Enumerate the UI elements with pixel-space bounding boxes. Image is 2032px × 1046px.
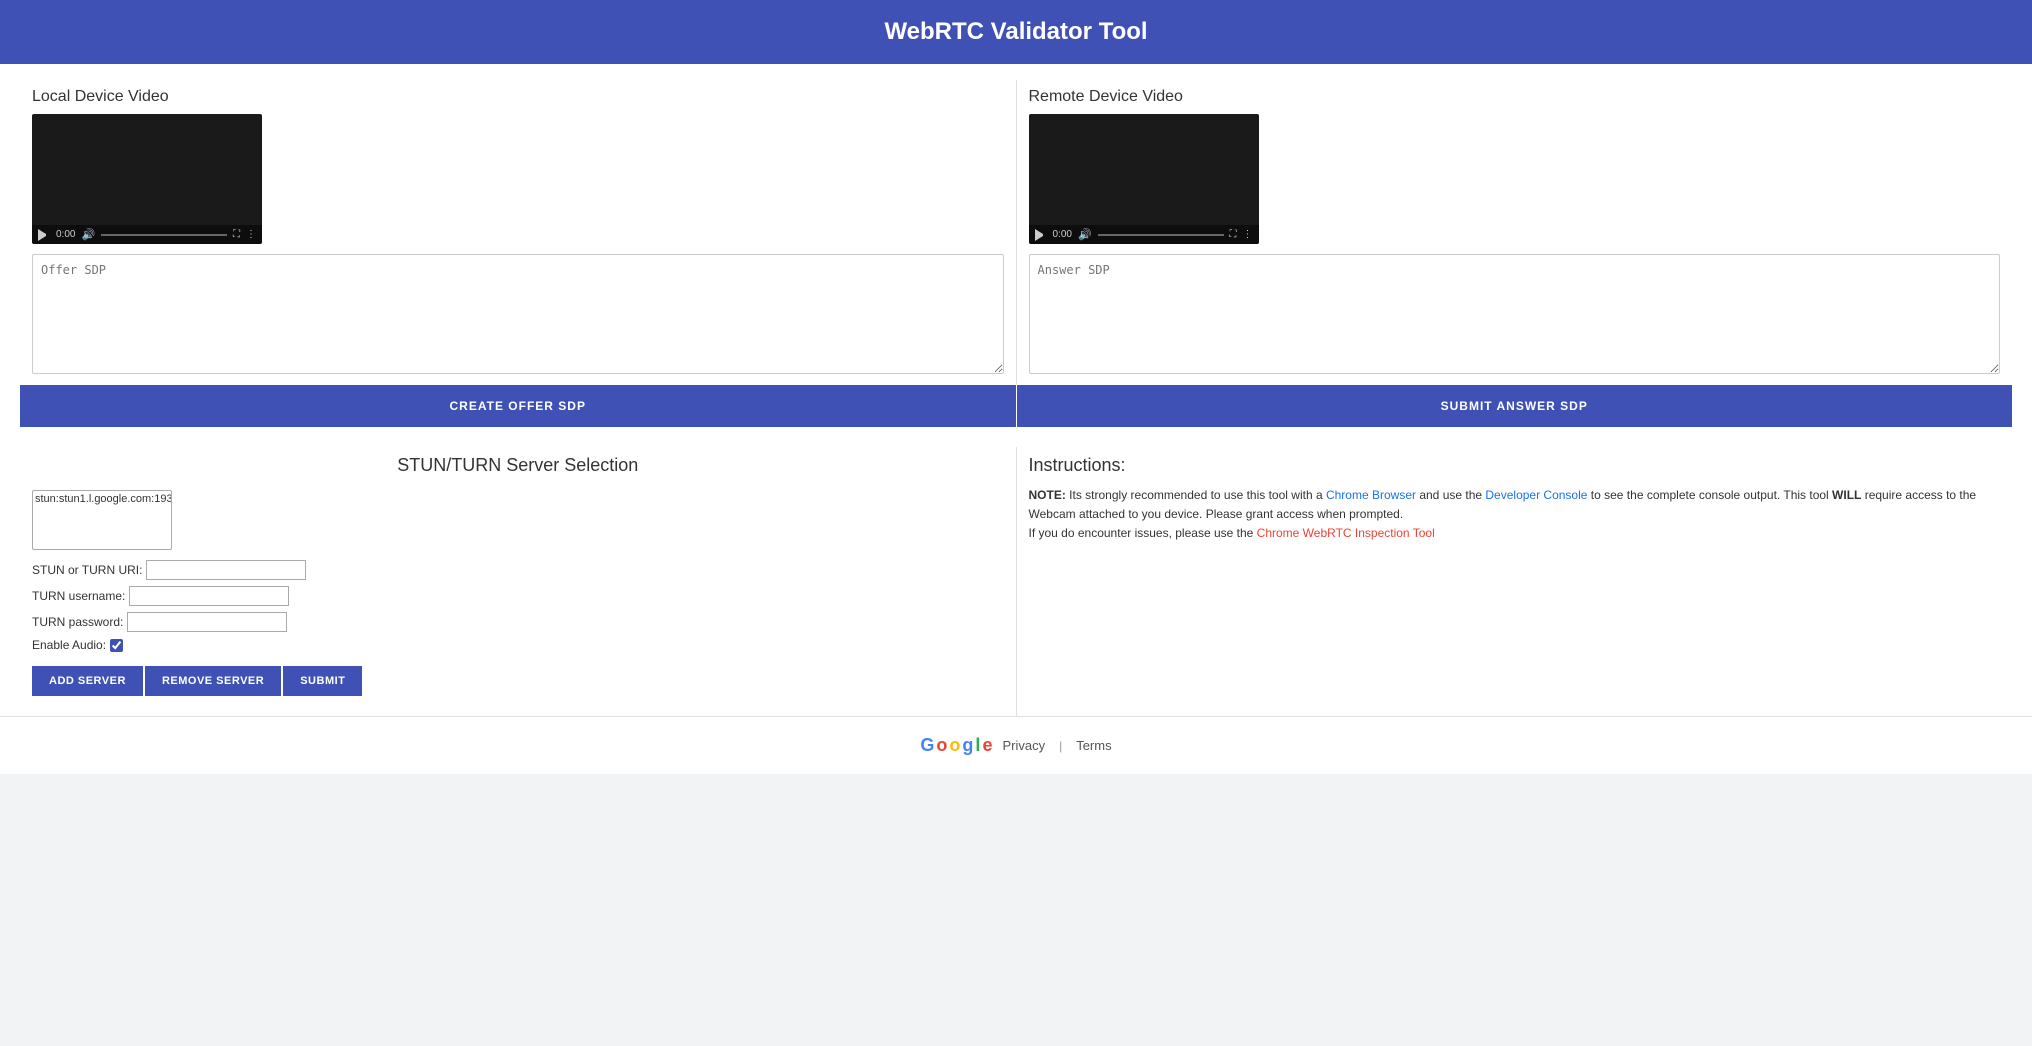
local-play-icon[interactable] [38, 229, 50, 241]
local-video-box: 0:00 🔊 ⛶ ⋮ [32, 114, 262, 244]
page-header: WebRTC Validator Tool [0, 0, 2032, 64]
footer-separator: | [1059, 739, 1062, 753]
answer-sdp-textarea[interactable] [1029, 254, 2001, 374]
turn-username-label: TURN username: [32, 589, 125, 603]
header-title: WebRTC Validator Tool [884, 18, 1147, 45]
remote-video-label: Remote Device Video [1029, 88, 2001, 106]
google-logo: Google [920, 735, 992, 756]
local-progress-bar [101, 234, 227, 236]
submit-button[interactable]: SUBMIT [283, 666, 362, 696]
turn-password-label: TURN password: [32, 615, 123, 629]
server-list[interactable]: stun:stun1.l.google.com:19302 [32, 490, 172, 550]
local-video-controls: 0:00 🔊 ⛶ ⋮ [32, 225, 262, 244]
inspection-link[interactable]: Chrome WebRTC Inspection Tool [1257, 526, 1435, 540]
remote-video-controls: 0:00 🔊 ⛶ ⋮ [1029, 225, 1259, 244]
turn-username-row: TURN username: [32, 586, 1004, 606]
local-time: 0:00 [56, 229, 75, 240]
instructions-title: Instructions: [1029, 455, 2001, 476]
action-buttons: CREATE OFFER SDP SUBMIT ANSWER SDP [20, 385, 2012, 427]
will-bold: WILL [1832, 488, 1861, 502]
privacy-link[interactable]: Privacy [1002, 738, 1045, 753]
local-volume-icon: 🔊 [81, 228, 95, 241]
turn-username-input[interactable] [129, 586, 289, 606]
remote-progress-bar [1098, 234, 1224, 236]
chrome-browser-link[interactable]: Chrome Browser [1326, 488, 1416, 502]
remove-server-button[interactable]: REMOVE SERVER [145, 666, 281, 696]
remote-video-panel: Remote Device Video 0:00 🔊 ⛶ ⋮ [1017, 80, 2013, 385]
g-letter-red2: e [982, 735, 992, 756]
bottom-panels: STUN/TURN Server Selection stun:stun1.l.… [20, 427, 2012, 716]
local-video-label: Local Device Video [32, 88, 1004, 106]
remote-play-icon[interactable] [1035, 229, 1047, 241]
note-text3: to see the complete console output. This… [1587, 488, 1832, 502]
main-content: Local Device Video 0:00 🔊 ⛶ ⋮ Remote Dev… [0, 64, 2032, 716]
stun-uri-row: STUN or TURN URI: [32, 560, 1004, 580]
instructions-panel: Instructions: NOTE: Its strongly recomme… [1017, 447, 2013, 716]
stun-turn-panel: STUN/TURN Server Selection stun:stun1.l.… [20, 447, 1017, 716]
enable-audio-row: Enable Audio: [32, 638, 1004, 652]
stun-uri-input[interactable] [146, 560, 306, 580]
issues-text: If you do encounter issues, please use t… [1029, 526, 1257, 540]
server-list-item: stun:stun1.l.google.com:19302 [35, 493, 169, 506]
turn-password-row: TURN password: [32, 612, 1004, 632]
local-more-icon: ⋮ [246, 229, 256, 240]
remote-volume-icon: 🔊 [1078, 228, 1092, 241]
enable-audio-label: Enable Audio: [32, 638, 106, 652]
stun-turn-title: STUN/TURN Server Selection [32, 455, 1004, 476]
stun-uri-label: STUN or TURN URI: [32, 563, 142, 577]
dev-console-link[interactable]: Developer Console [1485, 488, 1587, 502]
remote-video-box: 0:00 🔊 ⛶ ⋮ [1029, 114, 1259, 244]
local-fullscreen-icon: ⛶ [233, 229, 240, 240]
g-letter-red: o [936, 735, 947, 756]
g-letter-yellow: o [949, 735, 960, 756]
turn-password-input[interactable] [127, 612, 287, 632]
remote-time: 0:00 [1053, 229, 1072, 240]
create-offer-button[interactable]: CREATE OFFER SDP [20, 385, 1017, 427]
remote-fullscreen-icon: ⛶ [1230, 229, 1237, 240]
note-text1: Its strongly recommended to use this too… [1066, 488, 1326, 502]
g-letter-green: l [975, 735, 980, 756]
page-footer: Google Privacy | Terms [0, 716, 2032, 774]
note-text2: and use the [1416, 488, 1485, 502]
g-letter-blue2: g [962, 735, 973, 756]
instructions-text: NOTE: Its strongly recommended to use th… [1029, 486, 2001, 544]
terms-link[interactable]: Terms [1076, 738, 1111, 753]
g-letter-blue: G [920, 735, 934, 756]
server-buttons: ADD SERVER REMOVE SERVER SUBMIT [32, 666, 1004, 696]
add-server-button[interactable]: ADD SERVER [32, 666, 143, 696]
note-label: NOTE: [1029, 488, 1066, 502]
local-video-panel: Local Device Video 0:00 🔊 ⛶ ⋮ [20, 80, 1017, 385]
top-panels: Local Device Video 0:00 🔊 ⛶ ⋮ Remote Dev… [20, 80, 2012, 385]
offer-sdp-textarea[interactable] [32, 254, 1004, 374]
enable-audio-checkbox[interactable] [110, 639, 123, 652]
remote-more-icon: ⋮ [1243, 229, 1253, 240]
submit-answer-button[interactable]: SUBMIT ANSWER SDP [1017, 385, 2013, 427]
